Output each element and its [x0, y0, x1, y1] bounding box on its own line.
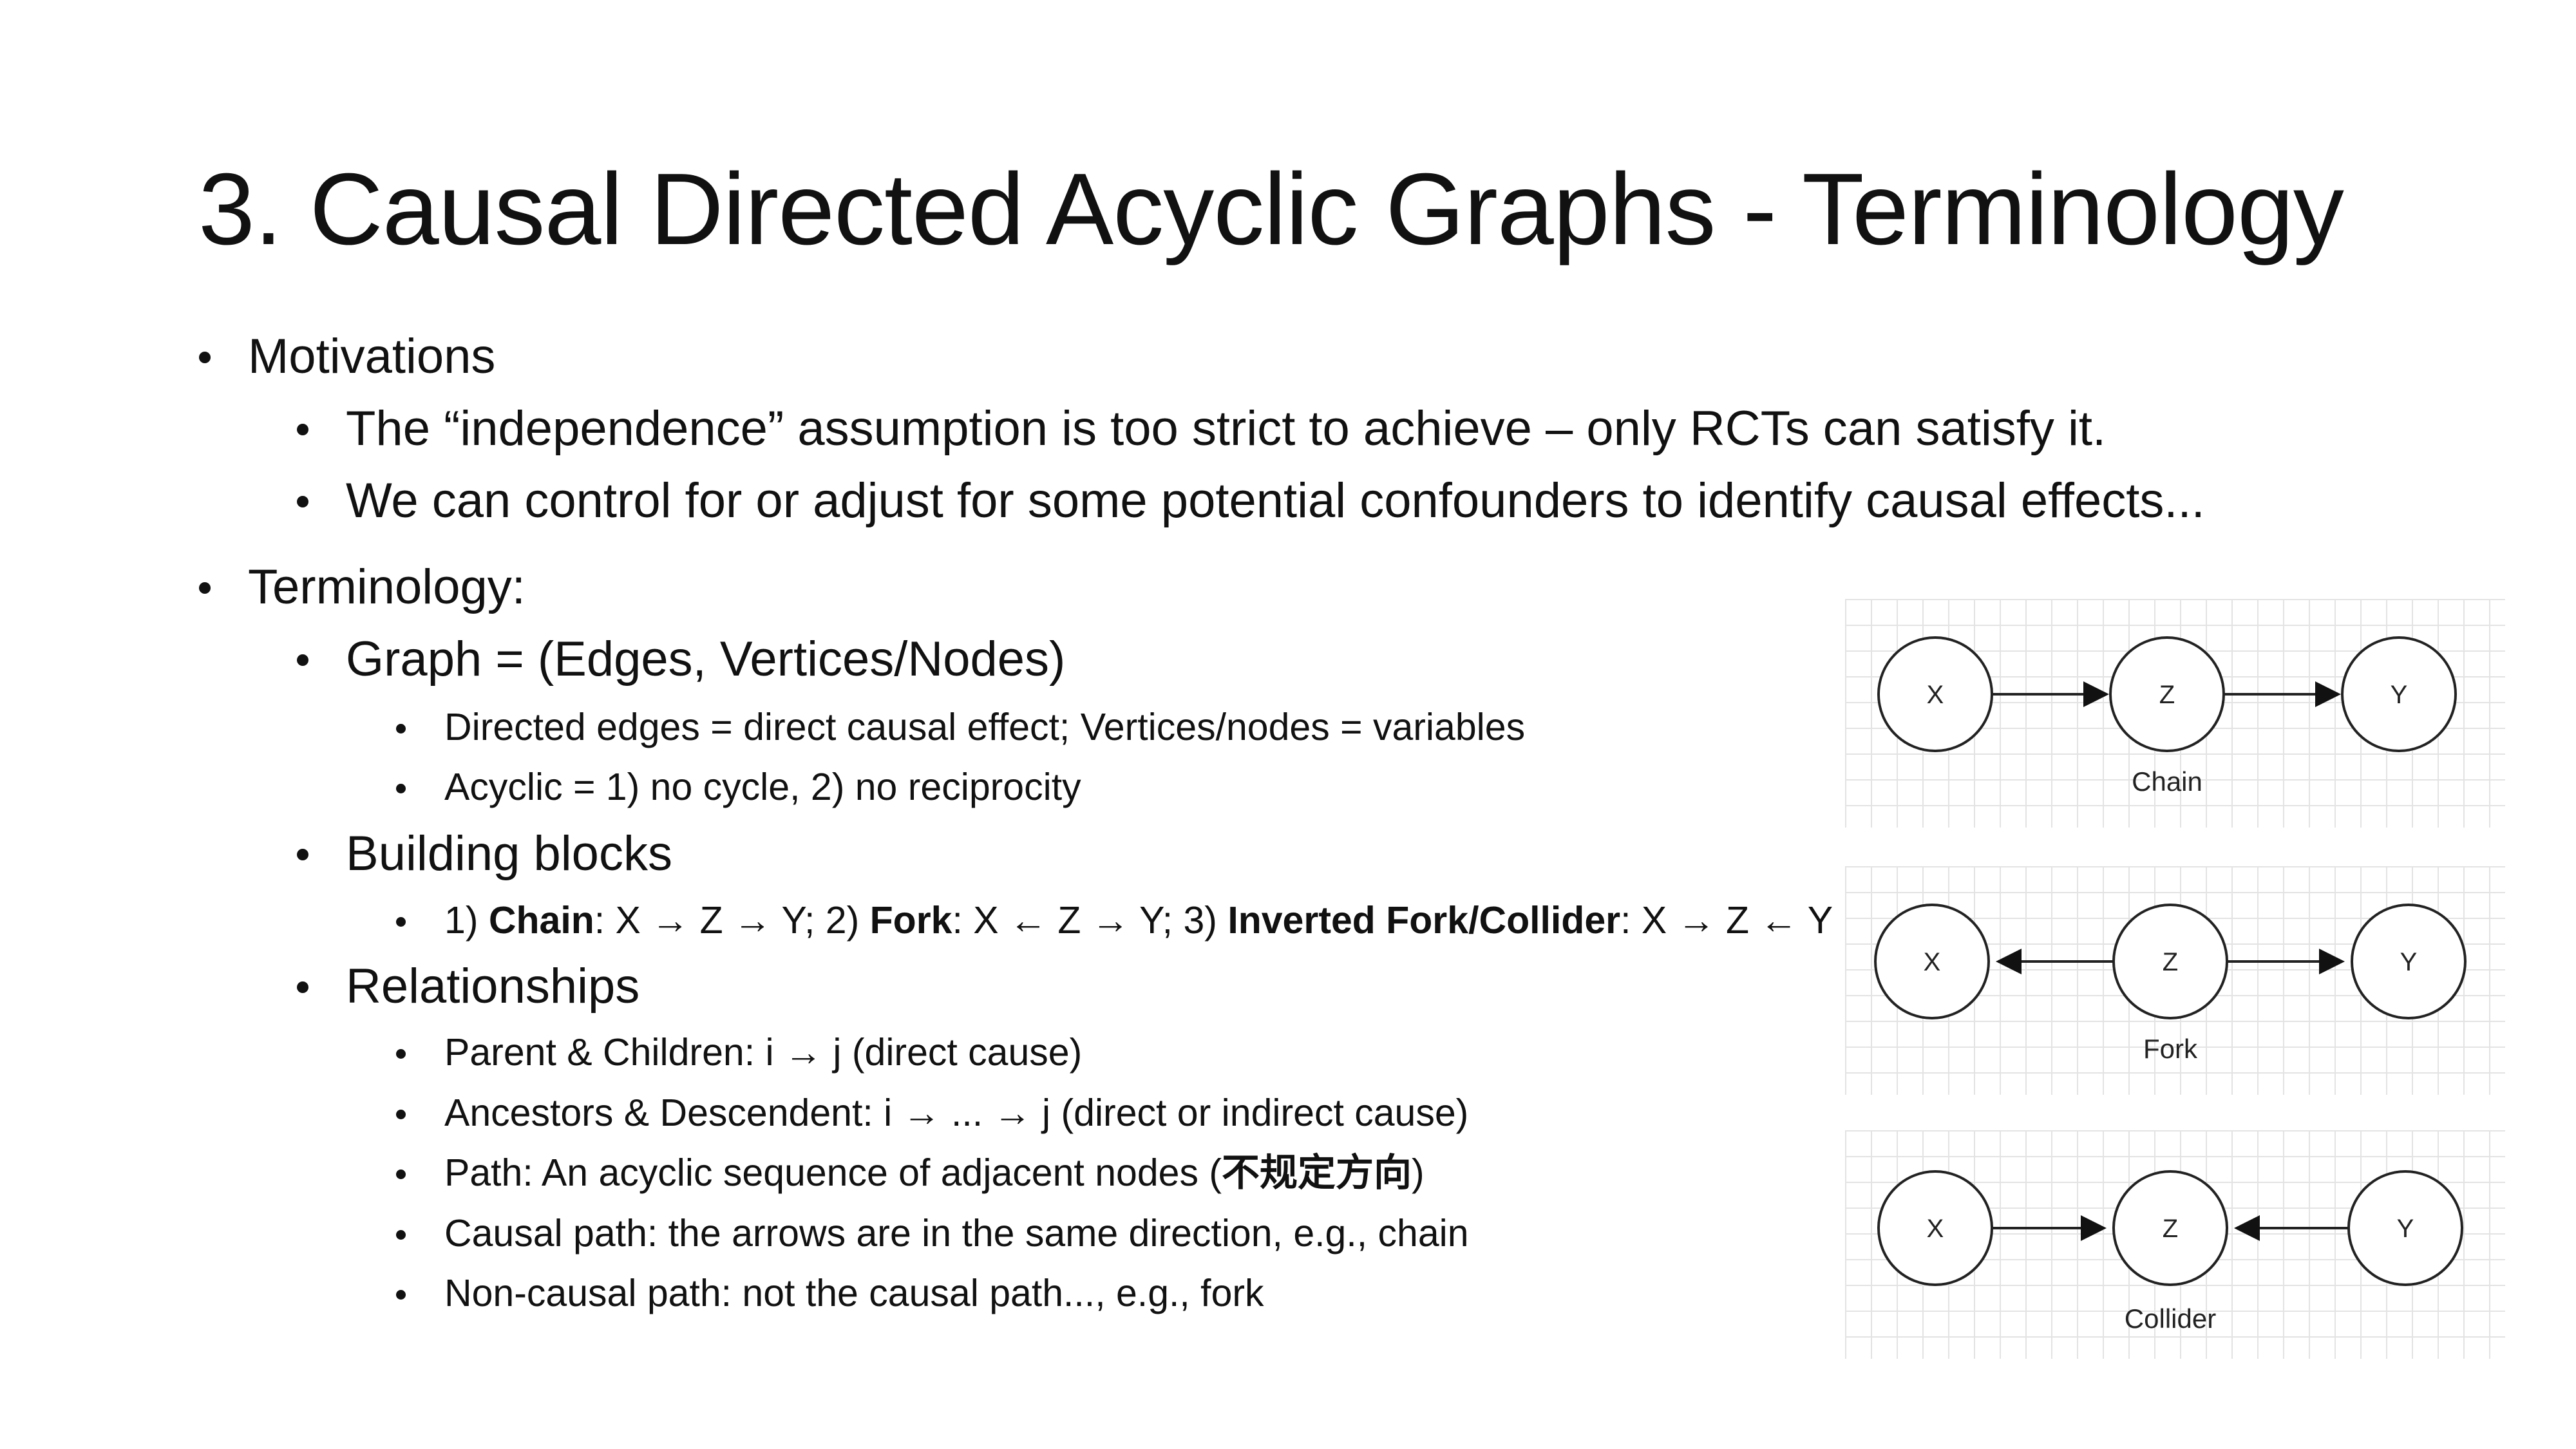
- blocks-chain-bold: Chain: [488, 899, 594, 942]
- path-text: ): [1412, 1151, 1425, 1194]
- bullet-relationships: Relationships: [297, 958, 640, 1014]
- bullet-text: Path: An acyclic sequence of adjacent no…: [444, 1154, 1425, 1192]
- blocks-text: 1): [444, 899, 489, 942]
- blocks-text: : X → Z → Y; 2): [594, 899, 870, 942]
- bullet-dot: [297, 849, 308, 860]
- bullet-text: Ancestors & Descendent: i → ... → j (dir…: [444, 1092, 1469, 1134]
- node-z-label: Z: [2163, 1215, 2178, 1243]
- blocks-text: : X → Z ← Y: [1620, 899, 1833, 942]
- bullet-dot: [396, 724, 406, 734]
- bullet-dot: [396, 917, 406, 927]
- bullet-path: Path: An acyclic sequence of adjacent no…: [396, 1151, 1425, 1195]
- bullet-dot: [297, 981, 308, 993]
- diagram-caption: Chain: [2132, 766, 2202, 797]
- bullet-text: Motivations: [248, 329, 496, 384]
- bullet-text: Relationships: [346, 959, 640, 1014]
- bullet-dot: [297, 496, 308, 507]
- node-z-label: Z: [2163, 948, 2178, 976]
- bullet-ancestors: Ancestors & Descendent: i → ... → j (dir…: [396, 1091, 1469, 1135]
- slide: 3. Causal Directed Acyclic Graphs - Term…: [0, 0, 2576, 1449]
- bullet-acyclic: Acyclic = 1) no cycle, 2) no reciprocity: [396, 765, 1081, 809]
- bullet-building-blocks: Building blocks: [297, 826, 672, 882]
- bullet-confounders: We can control for or adjust for some po…: [297, 473, 2205, 529]
- bullet-text: Causal path: the arrows are in the same …: [444, 1212, 1469, 1255]
- node-y-label: Y: [2391, 681, 2408, 709]
- bullet-text: The “independence” assumption is too str…: [346, 401, 2107, 456]
- bullet-text: We can control for or adjust for some po…: [346, 473, 2205, 528]
- blocks-fork-bold: Fork: [869, 899, 952, 942]
- bullet-text: 1) Chain: X → Z → Y; 2) Fork: X ← Z → Y;…: [444, 902, 1833, 940]
- collider-diagram: X Z Y Collider: [1845, 1130, 2505, 1359]
- diagram-caption: Fork: [2143, 1034, 2198, 1064]
- diagram-caption: Collider: [2125, 1303, 2216, 1334]
- bullet-text: Acyclic = 1) no cycle, 2) no reciprocity: [444, 766, 1081, 808]
- bullet-dot: [297, 424, 308, 435]
- bullet-parent-children: Parent & Children: i → j (direct cause): [396, 1030, 1083, 1074]
- bullet-directed-edges: Directed edges = direct causal effect; V…: [396, 705, 1526, 749]
- bullet-dot: [396, 1049, 406, 1059]
- blocks-collider-bold: Inverted Fork/Collider: [1227, 899, 1621, 942]
- fork-diagram: X Z Y Fork: [1845, 866, 2505, 1095]
- bullet-graph: Graph = (Edges, Vertices/Nodes): [297, 631, 1066, 687]
- bullet-independence: The “independence” assumption is too str…: [297, 401, 2107, 457]
- node-y-label: Y: [2400, 948, 2418, 976]
- node-y-label: Y: [2397, 1215, 2414, 1243]
- path-cjk-bold: 不规定方向: [1222, 1151, 1412, 1194]
- blocks-text: : X ← Z → Y; 3): [952, 899, 1228, 942]
- bullet-dot: [396, 1170, 406, 1179]
- bullet-dot: [396, 1110, 406, 1119]
- node-x-label: X: [1927, 681, 1944, 709]
- bullet-dot: [396, 1290, 406, 1300]
- bullet-dot: [297, 654, 308, 666]
- bullet-text: Parent & Children: i → j (direct cause): [444, 1031, 1083, 1074]
- slide-title: 3. Causal Directed Acyclic Graphs - Term…: [198, 153, 2344, 266]
- bullet-text: Non-causal path: not the causal path...,…: [444, 1272, 1264, 1314]
- bullet-dot: [396, 784, 406, 793]
- bullet-text: Building blocks: [346, 826, 672, 881]
- bullet-blocks-detail: 1) Chain: X → Z → Y; 2) Fork: X ← Z → Y;…: [396, 898, 1833, 942]
- bullet-text: Graph = (Edges, Vertices/Nodes): [346, 632, 1066, 687]
- bullet-motivations: Motivations: [199, 328, 496, 384]
- bullet-text: Terminology:: [248, 560, 526, 614]
- bullet-dot: [199, 582, 211, 594]
- path-text: Path: An acyclic sequence of adjacent no…: [444, 1151, 1222, 1194]
- node-x-label: X: [1927, 1215, 1944, 1243]
- node-z-label: Z: [2159, 681, 2175, 709]
- bullet-dot: [199, 352, 211, 363]
- chain-diagram: X Z Y Chain: [1845, 599, 2505, 828]
- node-x-label: X: [1924, 948, 1941, 976]
- bullet-dot: [396, 1230, 406, 1240]
- bullet-causal-path: Causal path: the arrows are in the same …: [396, 1211, 1469, 1255]
- bullet-noncausal-path: Non-causal path: not the causal path...,…: [396, 1271, 1264, 1315]
- bullet-terminology: Terminology:: [199, 559, 526, 615]
- bullet-text: Directed edges = direct causal effect; V…: [444, 706, 1526, 748]
